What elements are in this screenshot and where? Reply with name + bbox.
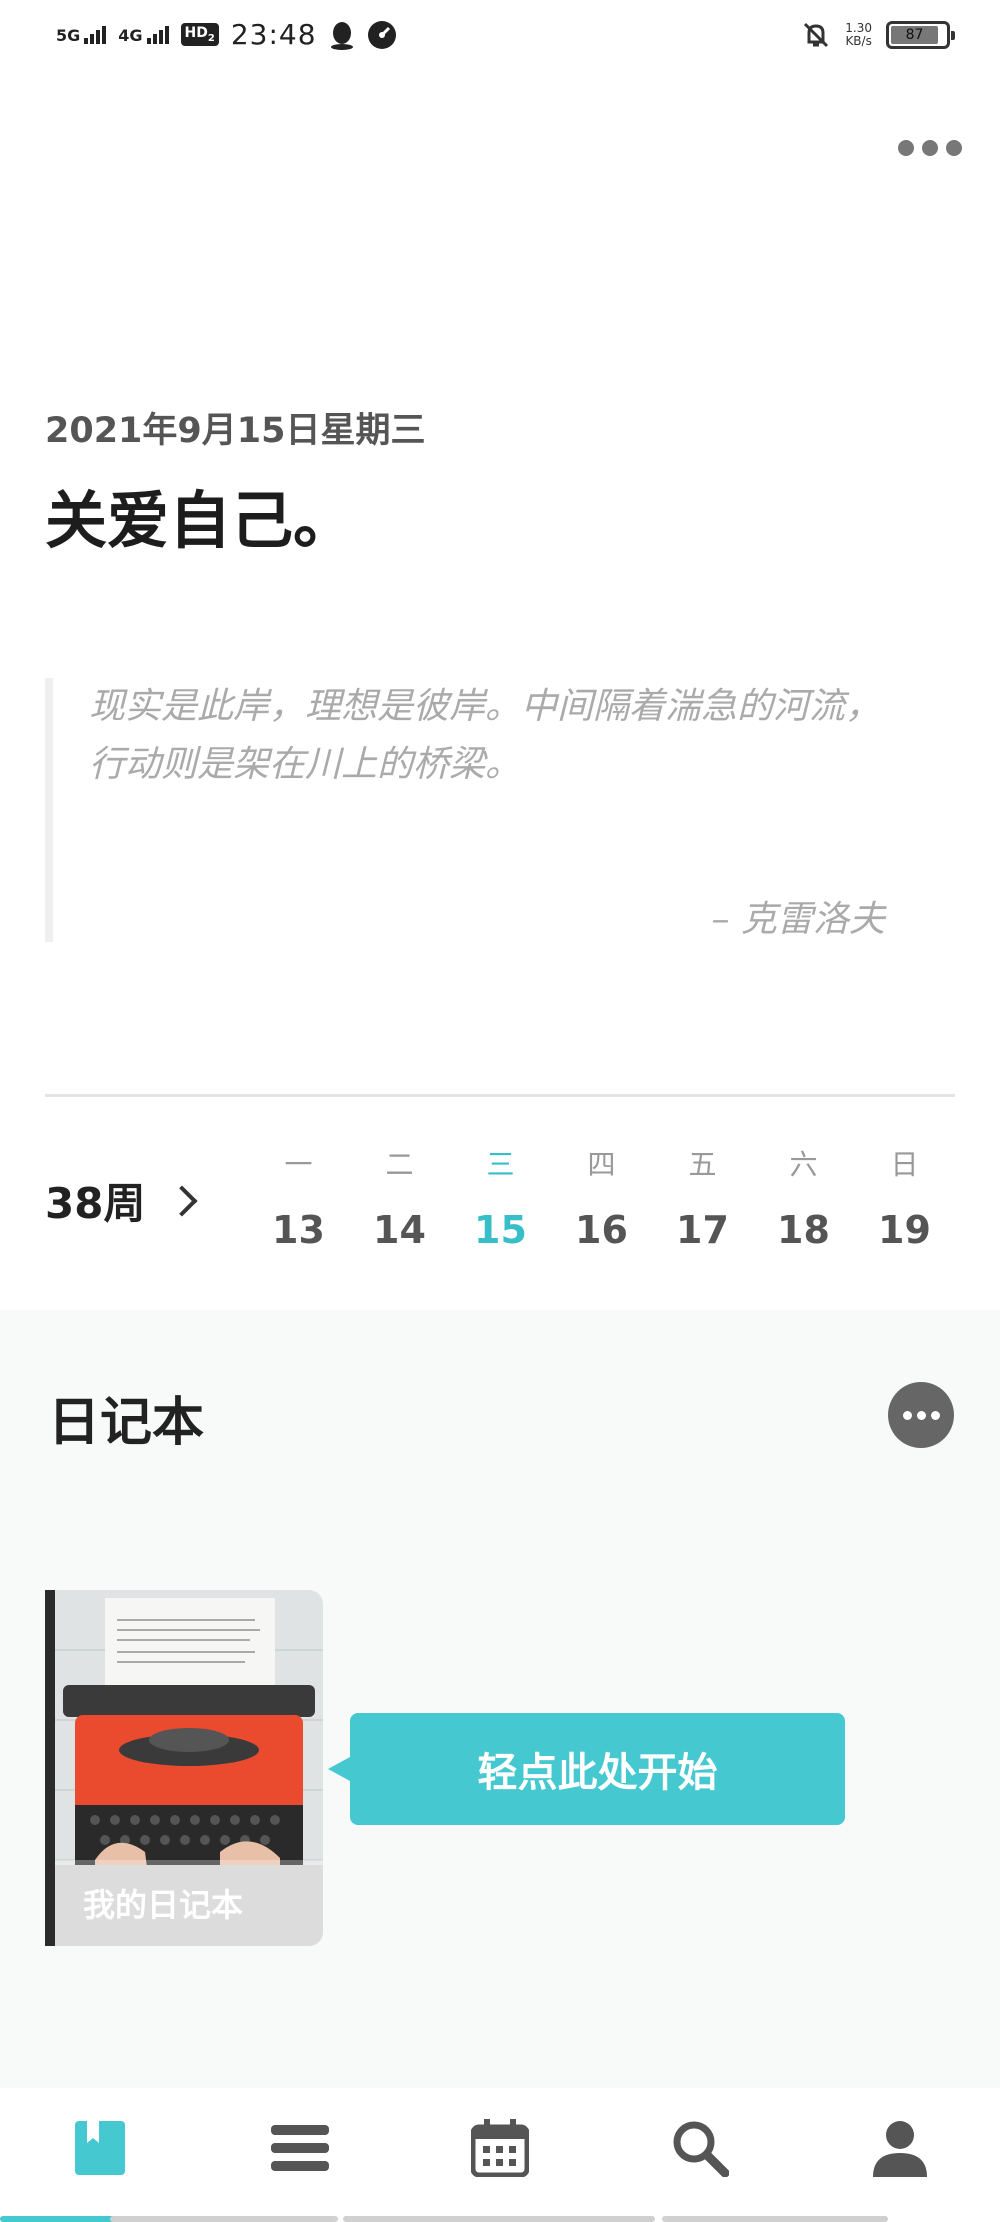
signal-4g-icon: 4G: [118, 25, 169, 44]
bell-muted-icon: [804, 22, 829, 48]
day-item[interactable]: 一 13: [248, 1140, 349, 1252]
day-item[interactable]: 五 17: [652, 1140, 753, 1252]
qq-icon: [330, 21, 353, 50]
week-days: 一 13 二 14 三 15 四 16 五 17 六 18 日 19: [248, 1140, 955, 1252]
nav-indicator: [0, 2214, 1000, 2222]
section-title: 日记本: [48, 1393, 205, 1453]
section-more-icon[interactable]: [888, 1382, 954, 1448]
day-item[interactable]: 三 15: [450, 1140, 551, 1252]
current-date: 2021年9月15日星期三: [45, 411, 426, 451]
nav-item-diary[interactable]: [0, 2088, 200, 2208]
chevron-right-icon: [166, 1184, 199, 1217]
battery-icon: 87: [886, 21, 955, 49]
signal-5g-icon: 5G: [56, 25, 107, 44]
list-icon: [271, 2125, 329, 2171]
nav-item-calendar[interactable]: [400, 2088, 600, 2208]
start-hint-tooltip[interactable]: 轻点此处开始: [328, 1713, 845, 1825]
notebook-card[interactable]: 我的日记本: [45, 1590, 323, 1946]
clock: 23:48: [230, 18, 317, 51]
more-options-icon[interactable]: [898, 140, 962, 156]
daily-quote: 现实是此岸，理想是彼岸。中间隔着湍急的河流，行动则是架在川上的桥梁。 – 克雷洛…: [45, 678, 925, 942]
journal-section: 日记本 我的日记本 轻点此处开始: [0, 1310, 1000, 2088]
quote-author: – 克雷洛夫: [711, 899, 885, 940]
week-selector[interactable]: 38周: [45, 1170, 199, 1231]
week-strip: 38周 一 13 二 14 三 15 四 16 五 17 六 18 日 19: [0, 1120, 1000, 1310]
hd-voice-icon: HD2: [180, 23, 219, 46]
nav-item-profile[interactable]: [800, 2088, 1000, 2208]
net-speed: 1.30 KB/s: [845, 21, 872, 48]
speed-gauge-icon: [367, 20, 396, 49]
status-bar: 5G 4G HD2 23:48 1.30 KB/s 87: [0, 0, 1000, 80]
day-item[interactable]: 四 16: [551, 1140, 652, 1252]
bottom-nav: [0, 2088, 1000, 2222]
bookmark-icon: [75, 2121, 125, 2175]
day-item[interactable]: 日 19: [854, 1140, 955, 1252]
profile-icon: [873, 2121, 927, 2177]
calendar-icon: [471, 2119, 529, 2177]
nav-item-search[interactable]: [600, 2088, 800, 2208]
week-number: 38周: [45, 1179, 146, 1228]
daily-headline: 关爱自己。: [45, 484, 356, 557]
day-item[interactable]: 二 14: [349, 1140, 450, 1252]
notebook-label: 我的日记本: [55, 1860, 323, 1946]
nav-item-list[interactable]: [200, 2088, 400, 2208]
quote-text: 现实是此岸，理想是彼岸。中间隔着湍急的河流，行动则是架在川上的桥梁。: [89, 686, 882, 785]
day-item[interactable]: 六 18: [753, 1140, 854, 1252]
search-icon: [673, 2121, 729, 2177]
divider: [45, 1094, 955, 1097]
